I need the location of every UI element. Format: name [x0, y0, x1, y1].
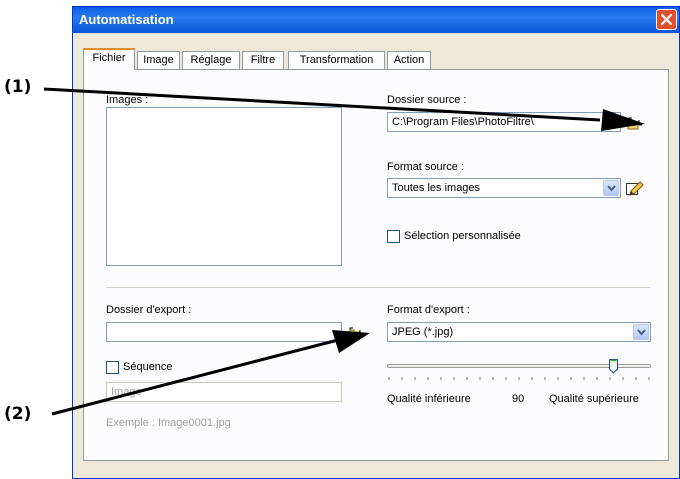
format-source-dropdown-button[interactable] — [603, 180, 619, 196]
automatisation-window: Automatisation Fichier Image Réglage Fil… — [72, 6, 680, 479]
fichier-panel: Images : Dossier source : C:\Program Fil… — [83, 69, 669, 461]
quality-slider[interactable] — [387, 359, 651, 388]
selection-personnalisee-checkbox[interactable] — [387, 230, 400, 243]
sequence-label: Séquence — [123, 361, 173, 373]
folder-browse-icon[interactable] — [627, 117, 643, 131]
tab-filtre[interactable]: Filtre — [242, 51, 284, 69]
format-export-value: JPEG (*.jpg) — [392, 326, 454, 338]
dossier-source-label: Dossier source : — [387, 94, 467, 106]
quality-value: 90 — [512, 393, 525, 405]
format-source-value: Toutes les images — [392, 182, 481, 194]
images-listbox[interactable] — [106, 107, 342, 266]
dossier-source-input[interactable]: C:\Program Files\PhotoFiltre\ — [387, 112, 621, 132]
quality-slider-thumb[interactable] — [609, 359, 618, 374]
format-export-dropdown-button[interactable] — [633, 324, 649, 340]
section-separator — [106, 287, 650, 288]
quality-slider-ticks — [388, 377, 650, 380]
tab-transformation[interactable]: Transformation — [288, 51, 385, 69]
close-icon — [660, 13, 673, 26]
quality-high-label: Qualité supérieure — [549, 393, 639, 405]
format-export-select[interactable]: JPEG (*.jpg) — [387, 322, 651, 342]
selection-personnalisee-label: Sélection personnalisée — [404, 230, 521, 242]
sequence-name-input[interactable]: Image — [106, 382, 342, 402]
quality-low-label: Qualité inférieure — [387, 393, 471, 405]
tab-fichier[interactable]: Fichier — [83, 48, 135, 70]
dossier-export-input[interactable] — [106, 322, 342, 342]
sequence-checkbox[interactable] — [106, 361, 119, 374]
chevron-down-icon — [607, 185, 616, 192]
close-button[interactable] — [656, 9, 677, 30]
chevron-down-icon — [637, 329, 646, 336]
format-source-select[interactable]: Toutes les images — [387, 178, 621, 198]
sequence-example-text: Exemple : Image0001.jpg — [106, 417, 231, 429]
edit-pencil-icon[interactable] — [625, 180, 645, 196]
window-title: Automatisation — [79, 12, 174, 27]
format-source-label: Format source : — [387, 161, 465, 173]
title-bar[interactable]: Automatisation — [73, 7, 679, 33]
tab-action[interactable]: Action — [387, 51, 431, 69]
callout-1: (1) — [4, 77, 32, 97]
callout-2: (2) — [4, 404, 32, 424]
tab-image[interactable]: Image — [137, 51, 180, 69]
tab-reglage[interactable]: Réglage — [182, 51, 240, 69]
dossier-export-label: Dossier d'export : — [106, 304, 192, 316]
folder-browse-icon[interactable] — [348, 327, 364, 341]
format-export-label: Format d'export : — [387, 304, 470, 316]
images-label: Images : — [106, 94, 149, 106]
